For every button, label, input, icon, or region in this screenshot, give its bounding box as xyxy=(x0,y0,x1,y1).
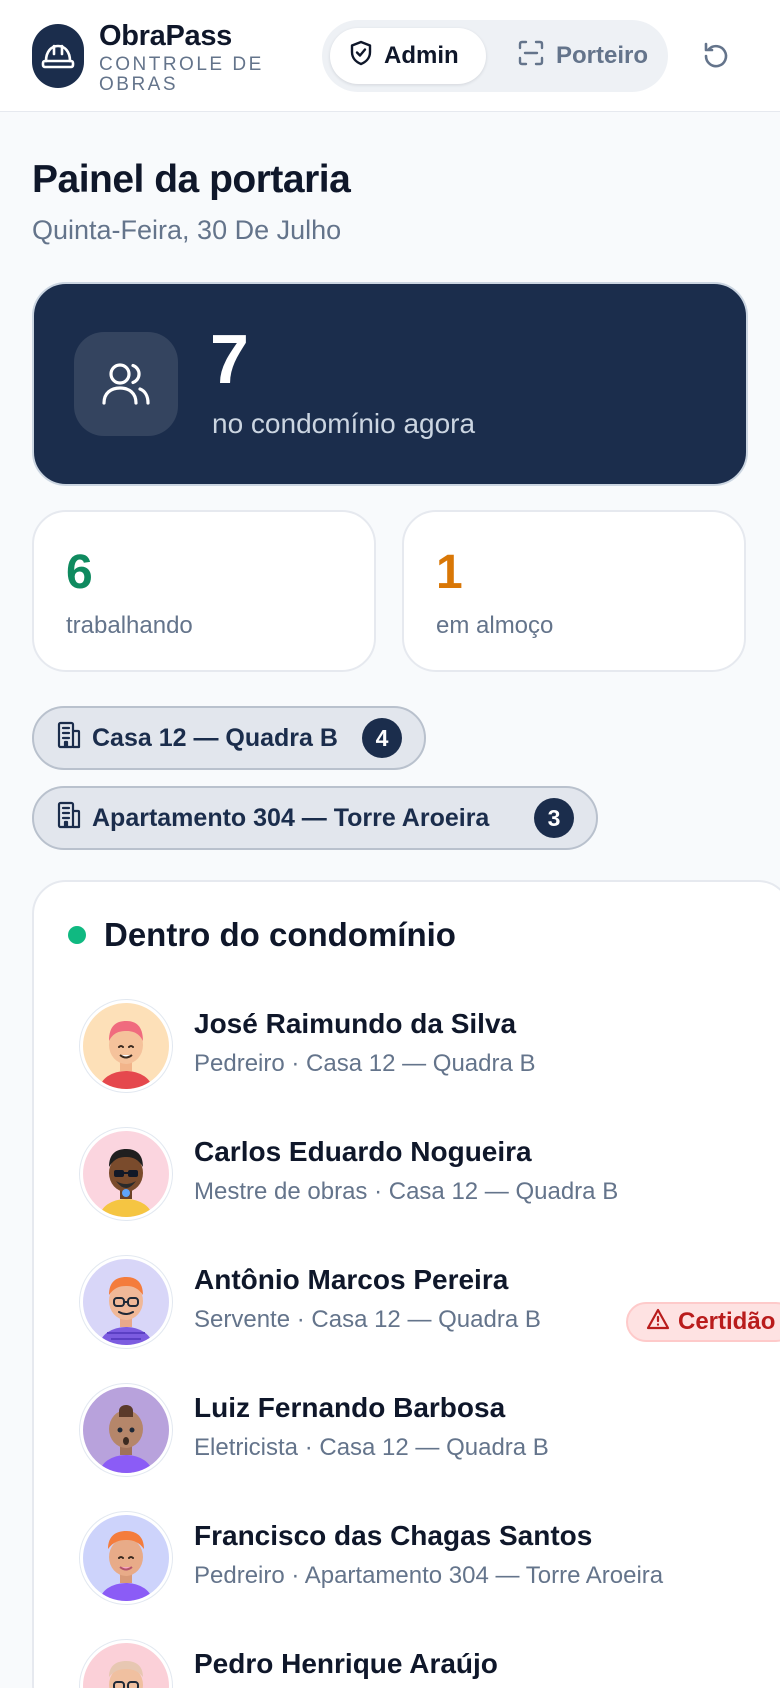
app-name: ObraPass xyxy=(99,20,233,52)
lunch-count: 1 xyxy=(436,546,463,599)
avatar xyxy=(80,1000,172,1092)
person-name: Carlos Eduardo Nogueira xyxy=(194,1136,532,1167)
users-icon xyxy=(74,332,178,436)
list-item[interactable]: Carlos Eduardo Nogueira Mestre de obras … xyxy=(80,1128,780,1228)
status-dot xyxy=(68,926,86,944)
list-item[interactable]: Pedro Henrique Araújo xyxy=(80,1640,780,1688)
list-item[interactable]: Antônio Marcos Pereira Servente · Casa 1… xyxy=(80,1256,780,1356)
hard-hat-logo-icon xyxy=(32,24,84,88)
inside-count-card: 7 no condomínio agora xyxy=(32,282,748,486)
role-admin-label: Admin xyxy=(384,42,459,69)
refresh-icon xyxy=(704,42,728,68)
app-header: ObraPass CONTROLE DE OBRAS Admin Porteir… xyxy=(0,0,780,112)
list-item[interactable]: Francisco das Chagas Santos Pedreiro · A… xyxy=(80,1512,780,1612)
avatar xyxy=(80,1256,172,1348)
warning-label: Certidão xyxy=(678,1308,776,1335)
unit-chip[interactable]: Casa 12 — Quadra B 4 xyxy=(32,706,426,770)
page-title: Painel da portaria xyxy=(32,158,351,201)
role-admin-button[interactable]: Admin xyxy=(330,28,486,84)
person-name: Francisco das Chagas Santos xyxy=(194,1520,593,1551)
page-date: Quinta-Feira, 30 De Julho xyxy=(32,215,342,245)
lunch-label: em almoço xyxy=(436,612,554,639)
avatar xyxy=(80,1128,172,1220)
unit-chip-label: Casa 12 — Quadra B xyxy=(92,723,338,752)
person-name: Pedro Henrique Araújo xyxy=(194,1648,498,1679)
person-meta: Servente · Casa 12 — Quadra B xyxy=(194,1306,541,1333)
unit-chip-label: Apartamento 304 — Torre Aroeira xyxy=(92,803,490,832)
scan-icon xyxy=(518,40,544,73)
inside-panel-title: Dentro do condomínio xyxy=(104,916,456,953)
working-label: trabalhando xyxy=(66,612,193,639)
unit-chip-count: 4 xyxy=(362,718,402,758)
person-meta: Pedreiro · Apartamento 304 — Torre Aroei… xyxy=(194,1562,664,1589)
inside-panel: Dentro do condomínio José Raimundo da Si… xyxy=(32,880,780,1688)
app-subtitle: CONTROLE DE OBRAS xyxy=(99,54,264,95)
lunch-stat-card: 1 em almoço xyxy=(402,510,746,672)
working-count: 6 xyxy=(66,546,93,599)
shield-icon xyxy=(350,40,372,73)
document-warning-badge[interactable]: Certidão xyxy=(626,1302,780,1342)
list-item[interactable]: José Raimundo da Silva Pedreiro · Casa 1… xyxy=(80,1000,780,1100)
person-name: Luiz Fernando Barbosa xyxy=(194,1392,506,1423)
person-meta: Eletricista · Casa 12 — Quadra B xyxy=(194,1434,549,1461)
role-porteiro-button[interactable]: Porteiro xyxy=(498,28,660,84)
unit-chip[interactable]: Apartamento 304 — Torre Aroeira 3 xyxy=(32,786,598,850)
inside-count: 7 xyxy=(210,320,249,398)
person-name: Antônio Marcos Pereira xyxy=(194,1264,509,1295)
unit-chip-count: 3 xyxy=(534,798,574,838)
inside-count-label: no condomínio agora xyxy=(212,408,476,439)
working-stat-card: 6 trabalhando xyxy=(32,510,376,672)
list-item[interactable]: Luiz Fernando Barbosa Eletricista · Casa… xyxy=(80,1384,780,1484)
person-meta: Pedreiro · Casa 12 — Quadra B xyxy=(194,1050,536,1077)
warning-icon xyxy=(646,1308,670,1337)
person-name: José Raimundo da Silva xyxy=(194,1008,517,1039)
avatar xyxy=(80,1384,172,1476)
role-porteiro-label: Porteiro xyxy=(556,42,649,69)
building-icon xyxy=(56,801,82,836)
role-switch: Admin Porteiro xyxy=(322,20,668,92)
refresh-button[interactable] xyxy=(696,36,736,76)
avatar xyxy=(80,1512,172,1604)
avatar xyxy=(80,1640,172,1688)
person-meta: Mestre de obras · Casa 12 — Quadra B xyxy=(194,1178,619,1205)
building-icon xyxy=(56,721,82,756)
